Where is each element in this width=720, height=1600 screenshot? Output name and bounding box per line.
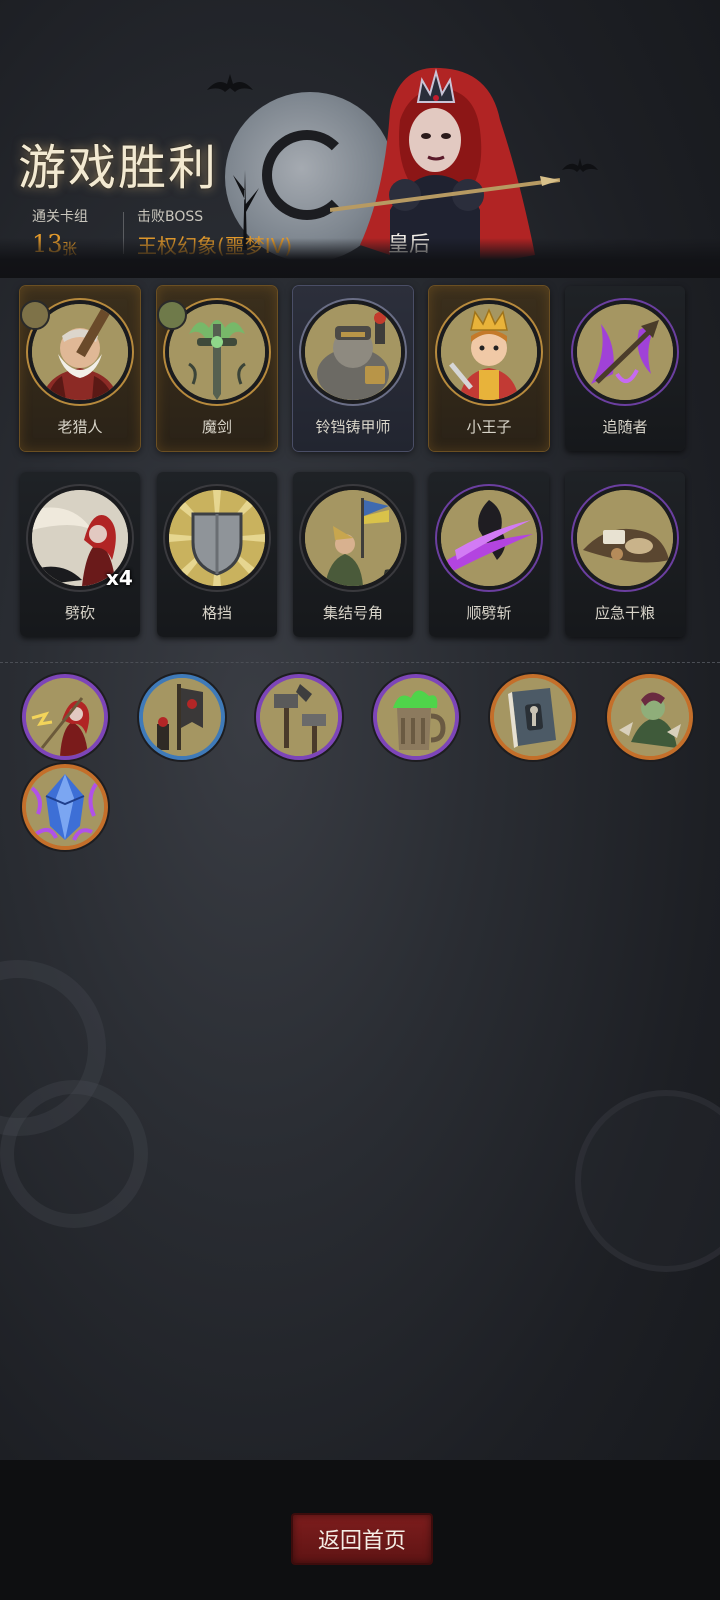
section-divider [0,662,720,663]
card-hack[interactable]: x4 劈砍 [20,472,140,637]
victory-screen: 游戏胜利 通关卡组 13 张 击败BOSS 王权幻象(噩梦IV) [0,0,720,1600]
poison-mug-relic-icon[interactable] [373,674,459,760]
boss-label: 击败BOSS [137,209,204,225]
card-rally-horn[interactable]: 集结号角 [293,472,413,637]
page-title: 游戏胜利 [18,140,219,196]
rally-horn-icon [301,486,405,590]
card-demon-sword[interactable]: 魔剑 [157,286,277,451]
crystal-relic-icon[interactable] [22,764,108,850]
card-label: 应急干粮 [594,604,655,622]
bat-icon [562,158,598,172]
victory-header: 游戏胜利 通关卡组 13 张 击败BOSS 王权幻象(噩梦IV) [0,0,720,278]
bat-icon [207,74,253,92]
hammer-relic-icon[interactable] [256,674,342,760]
background-wheel-decoration [575,1090,720,1272]
queen-strike-relic-icon[interactable] [22,674,108,760]
tome-relic-icon[interactable] [490,674,576,760]
affinity-badge-icon [20,300,50,330]
card-old-hunter[interactable]: 老猎人 [20,286,140,451]
little-prince-icon [437,300,541,404]
card-bell-armorer[interactable]: 铃铛铸甲师 [293,286,413,451]
card-label: 魔剑 [201,418,232,436]
cleave-icon [437,486,541,590]
card-label: 小王子 [466,418,512,436]
card-block[interactable]: 格挡 [157,472,277,637]
card-emergency-rations[interactable]: 应急干粮 [565,472,685,637]
return-home-button[interactable]: 返回首页 [293,1515,431,1563]
emergency-rations-icon [573,486,677,590]
card-label: 劈砍 [64,604,95,622]
card-label: 顺劈斩 [466,604,512,622]
goblin-relic-icon[interactable] [607,674,693,760]
card-label: 追随者 [602,418,648,436]
background-swirl-decoration [0,1080,148,1228]
card-follower[interactable]: 追随者 [565,286,685,451]
deck-label: 通关卡组 [32,209,88,225]
banner-relic-icon[interactable] [139,674,225,760]
queen-boss-portrait [330,67,560,270]
card-label: 格挡 [201,604,232,622]
affinity-badge-icon [157,300,187,330]
return-home-label: 返回首页 [317,1529,406,1554]
card-little-prince[interactable]: 小王子 [429,286,549,451]
card-label: 集结号角 [322,604,383,622]
bell-armorer-icon [301,300,405,404]
ground-silhouette [0,238,720,278]
card-label: 铃铛铸甲师 [315,418,391,436]
block-icon [165,486,269,590]
card-cleave[interactable]: 顺劈斩 [429,472,549,637]
card-label: 老猎人 [57,418,103,436]
follower-icon [573,300,677,404]
card-count-badge: x4 [106,566,133,590]
